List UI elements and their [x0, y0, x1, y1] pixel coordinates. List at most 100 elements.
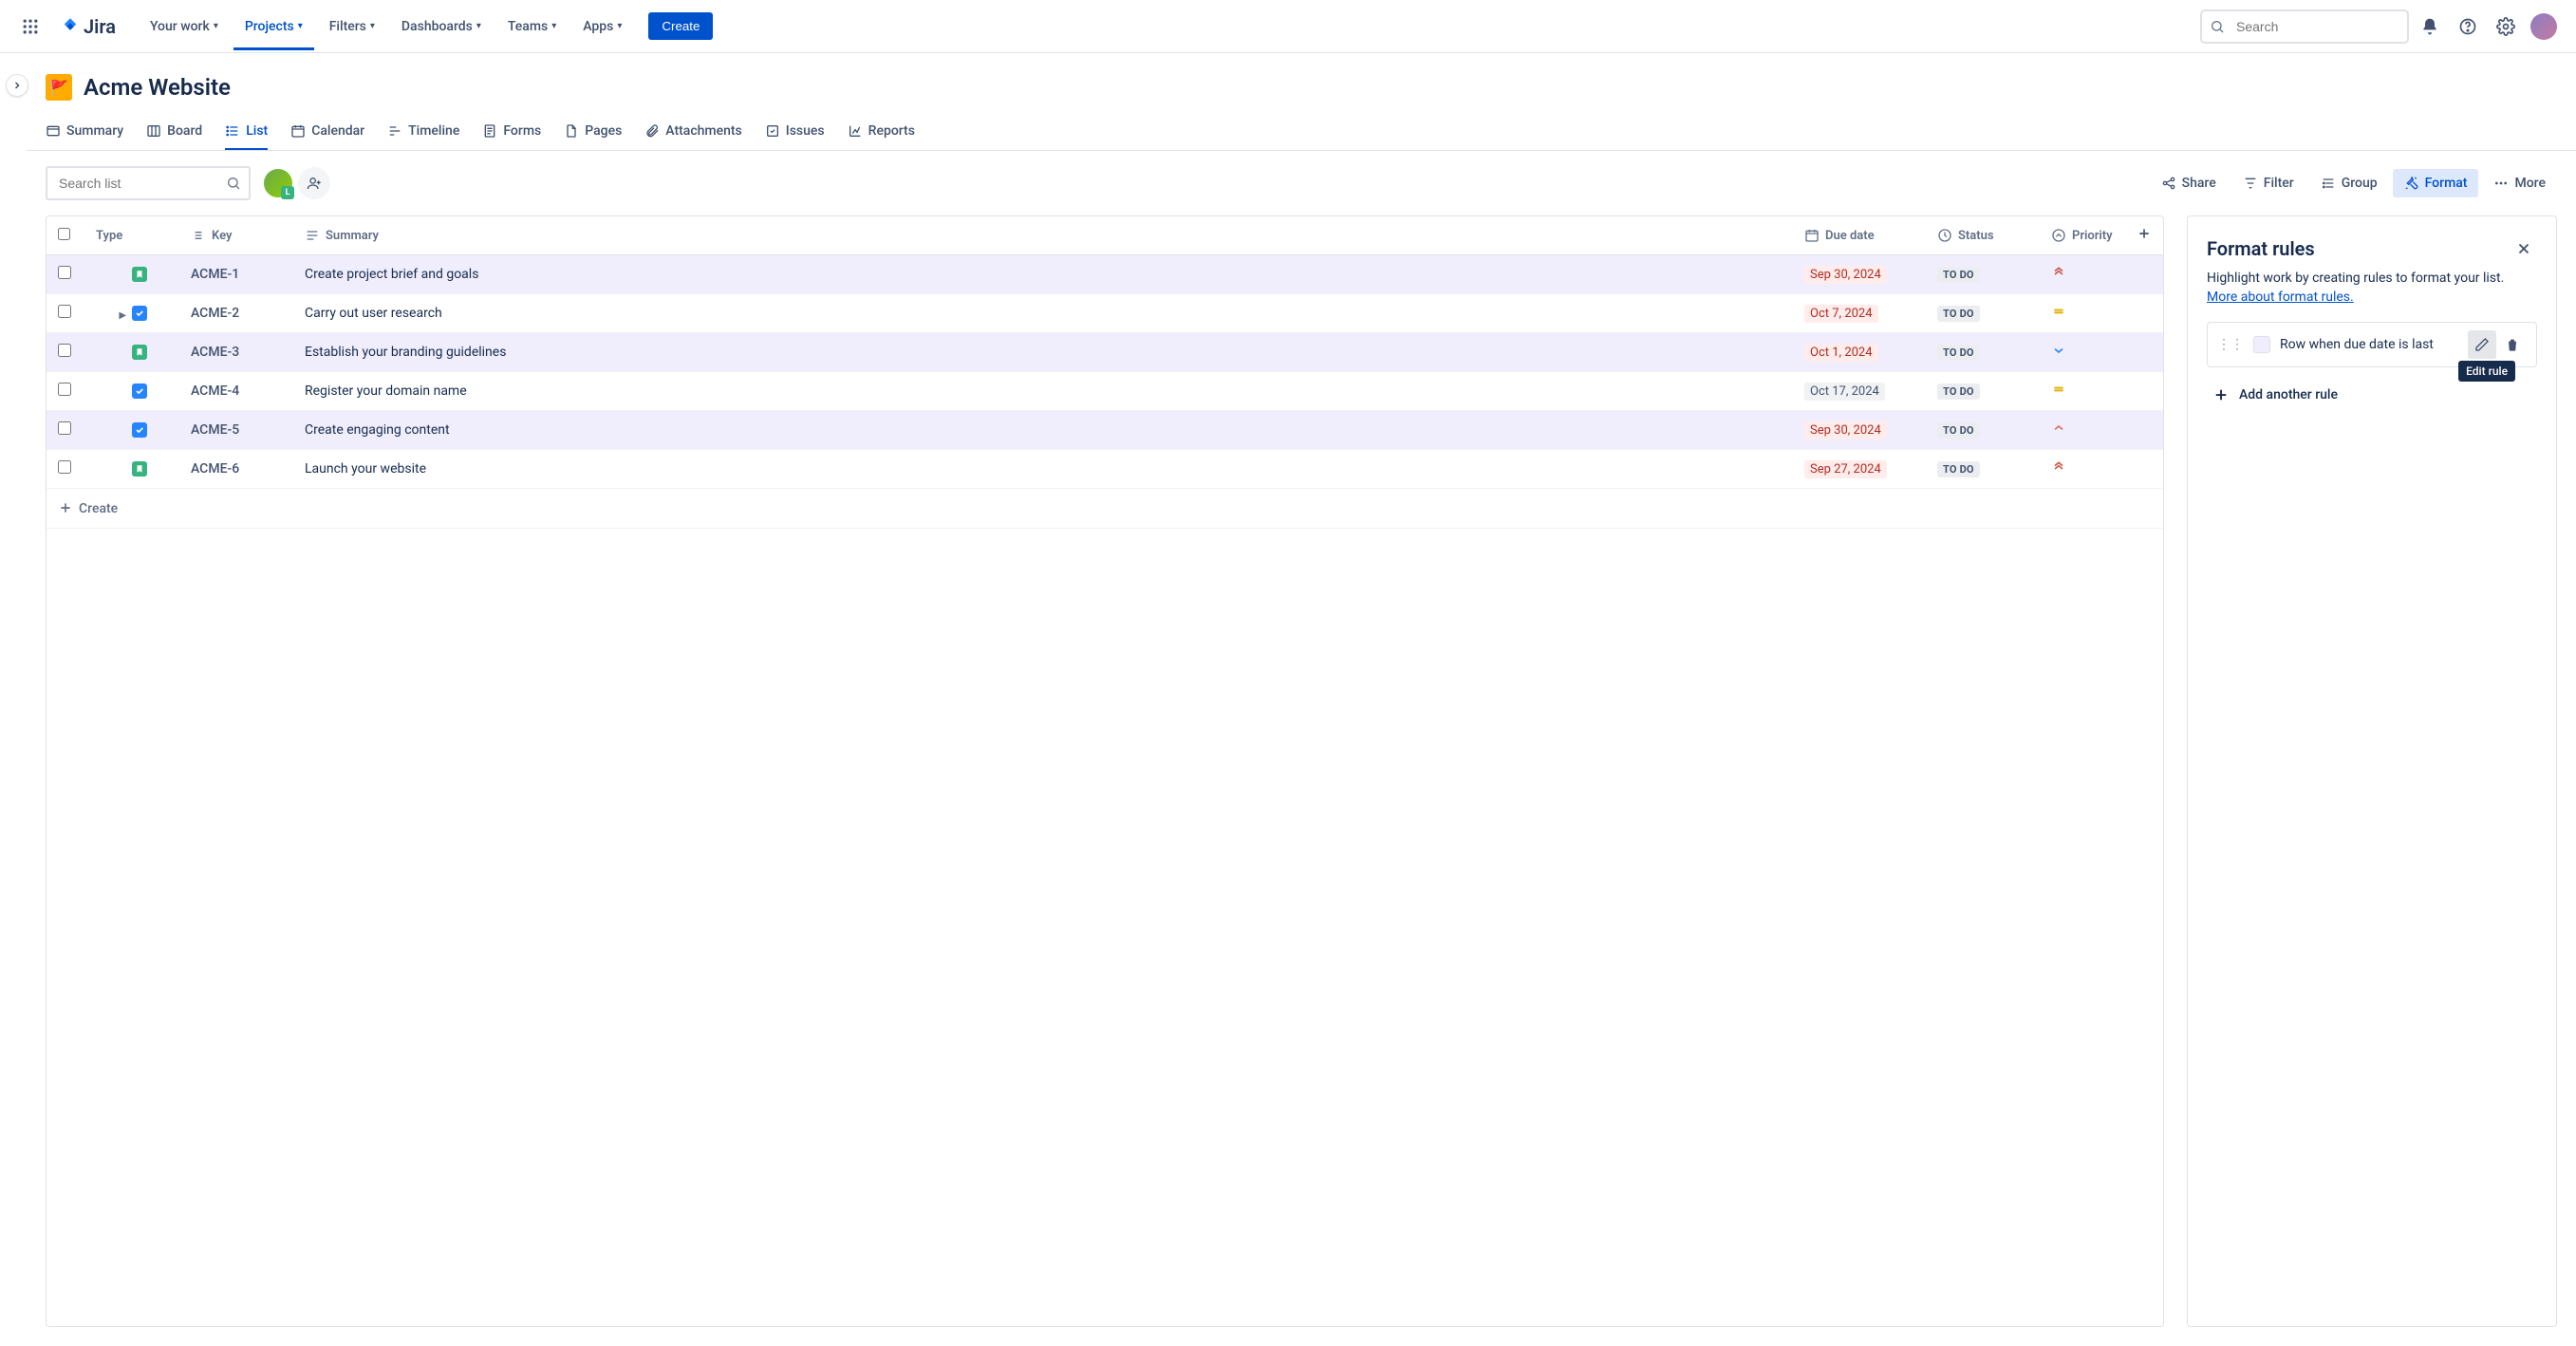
- tab-issues[interactable]: Issues: [765, 116, 825, 150]
- table-row[interactable]: ▶ ACME-2 Carry out user research Oct 7, 20…: [47, 294, 2163, 333]
- issue-summary[interactable]: Launch your website: [293, 450, 1793, 489]
- tab-attachments[interactable]: Attachments: [644, 116, 741, 150]
- more-button[interactable]: More: [2482, 169, 2557, 197]
- col-summary[interactable]: Summary: [293, 216, 1793, 255]
- format-rule-item[interactable]: ⋮⋮ Row when due date is last Edit rule: [2207, 322, 2537, 367]
- due-date[interactable]: Sep 30, 2024: [1804, 421, 1887, 439]
- select-all-checkbox[interactable]: [58, 228, 70, 240]
- tab-summary[interactable]: Summary: [46, 116, 123, 150]
- list-toolbar: L Share Filter Group Format More: [27, 151, 2576, 215]
- issue-summary[interactable]: Create project brief and goals: [293, 255, 1793, 294]
- share-button[interactable]: Share: [2150, 169, 2228, 197]
- story-type-icon: [132, 267, 147, 282]
- issue-summary[interactable]: Create engaging content: [293, 411, 1793, 450]
- nav-teams[interactable]: Teams▾: [496, 13, 568, 40]
- task-type-icon: [132, 306, 147, 321]
- table-row[interactable]: ACME-4 Register your domain name Oct 17, 2…: [47, 372, 2163, 411]
- nav-projects[interactable]: Projects▾: [233, 3, 314, 50]
- issue-key[interactable]: ACME-5: [191, 422, 239, 438]
- add-person-button[interactable]: [298, 167, 330, 199]
- expand-row-button[interactable]: ▶: [117, 310, 128, 321]
- table-row[interactable]: ACME-6 Launch your website Sep 27, 2024 TO …: [47, 450, 2163, 489]
- person-avatar[interactable]: L: [262, 167, 294, 199]
- table-row[interactable]: ACME-1 Create project brief and goals Sep …: [47, 255, 2163, 294]
- task-type-icon: [132, 383, 147, 399]
- status-badge[interactable]: TO DO: [1937, 345, 1980, 361]
- col-checkbox: [47, 216, 84, 255]
- help-button[interactable]: [2451, 9, 2485, 44]
- drag-handle-icon[interactable]: ⋮⋮: [2217, 337, 2244, 352]
- due-date[interactable]: Sep 30, 2024: [1804, 266, 1887, 284]
- tab-calendar[interactable]: Calendar: [290, 116, 364, 150]
- edit-rule-button[interactable]: [2468, 330, 2496, 359]
- issue-key[interactable]: ACME-4: [191, 383, 239, 399]
- col-type[interactable]: Type: [84, 216, 179, 255]
- notifications-button[interactable]: [2413, 9, 2447, 44]
- delete-rule-button[interactable]: [2498, 330, 2527, 359]
- nav-your-work[interactable]: Your work▾: [139, 13, 230, 40]
- global-search: [2200, 9, 2409, 44]
- tab-reports[interactable]: Reports: [848, 116, 915, 150]
- sidebar-expand-button[interactable]: [6, 74, 28, 97]
- issue-summary[interactable]: Register your domain name: [293, 372, 1793, 411]
- row-checkbox[interactable]: [58, 383, 71, 396]
- task-type-icon: [132, 422, 147, 438]
- status-badge[interactable]: TO DO: [1937, 422, 1980, 439]
- issue-summary[interactable]: Carry out user research: [293, 294, 1793, 333]
- format-rules-help-link[interactable]: More about format rules.: [2207, 290, 2354, 305]
- filter-button[interactable]: Filter: [2231, 169, 2305, 197]
- status-badge[interactable]: TO DO: [1937, 383, 1980, 400]
- col-status[interactable]: Status: [1926, 216, 2040, 255]
- nav-dashboards[interactable]: Dashboards▾: [390, 13, 493, 40]
- create-button[interactable]: Create: [648, 12, 713, 40]
- due-date[interactable]: Oct 7, 2024: [1804, 305, 1878, 323]
- table-row[interactable]: ACME-3 Establish your branding guidelines…: [47, 333, 2163, 372]
- story-type-icon: [132, 345, 147, 360]
- add-rule-button[interactable]: Add another rule: [2207, 383, 2537, 407]
- app-switcher-button[interactable]: [15, 11, 46, 42]
- col-key[interactable]: Key: [179, 216, 293, 255]
- table-row[interactable]: ACME-5 Create engaging content Sep 30, 202…: [47, 411, 2163, 450]
- search-input[interactable]: [2200, 9, 2409, 44]
- status-badge[interactable]: TO DO: [1937, 267, 1980, 283]
- profile-button[interactable]: [2527, 9, 2561, 44]
- tab-list[interactable]: List: [225, 116, 268, 150]
- nav-items: Your work▾ Projects▾ Filters▾ Dashboards…: [139, 3, 633, 50]
- list-search-input[interactable]: [46, 166, 251, 200]
- issue-summary[interactable]: Establish your branding guidelines: [293, 333, 1793, 372]
- tab-board[interactable]: Board: [146, 116, 202, 150]
- add-column-button[interactable]: [2125, 216, 2163, 255]
- tab-pages[interactable]: Pages: [564, 116, 622, 150]
- tab-timeline[interactable]: Timeline: [387, 116, 459, 150]
- row-checkbox[interactable]: [58, 460, 71, 474]
- create-row-button[interactable]: Create: [47, 489, 2163, 529]
- issue-key[interactable]: ACME-3: [191, 345, 239, 360]
- nav-filters[interactable]: Filters▾: [318, 13, 386, 40]
- settings-button[interactable]: [2489, 9, 2523, 44]
- row-checkbox[interactable]: [58, 344, 71, 357]
- group-button[interactable]: Group: [2309, 169, 2389, 197]
- row-checkbox[interactable]: [58, 266, 71, 279]
- format-button[interactable]: Format: [2393, 169, 2479, 197]
- col-due[interactable]: Due date: [1793, 216, 1926, 255]
- project-icon: 🚩: [46, 74, 72, 101]
- due-date[interactable]: Oct 1, 2024: [1804, 344, 1878, 362]
- row-checkbox[interactable]: [58, 421, 71, 435]
- list-search: [46, 166, 251, 200]
- due-date[interactable]: Oct 17, 2024: [1804, 383, 1885, 401]
- issue-key[interactable]: ACME-2: [191, 306, 239, 321]
- col-priority[interactable]: Priority: [2040, 216, 2125, 255]
- nav-apps[interactable]: Apps▾: [571, 13, 633, 40]
- person-badge: L: [281, 186, 294, 199]
- status-badge[interactable]: TO DO: [1937, 306, 1980, 322]
- chevron-down-icon: ▾: [214, 21, 218, 31]
- due-date[interactable]: Sep 27, 2024: [1804, 460, 1887, 478]
- row-checkbox[interactable]: [58, 305, 71, 318]
- status-badge[interactable]: TO DO: [1937, 461, 1980, 477]
- close-panel-button[interactable]: [2511, 235, 2537, 262]
- panel-title: Format rules: [2207, 237, 2315, 260]
- issue-key[interactable]: ACME-1: [191, 267, 239, 282]
- jira-logo[interactable]: Jira: [53, 15, 123, 38]
- tab-forms[interactable]: Forms: [482, 116, 541, 150]
- issue-key[interactable]: ACME-6: [191, 461, 239, 477]
